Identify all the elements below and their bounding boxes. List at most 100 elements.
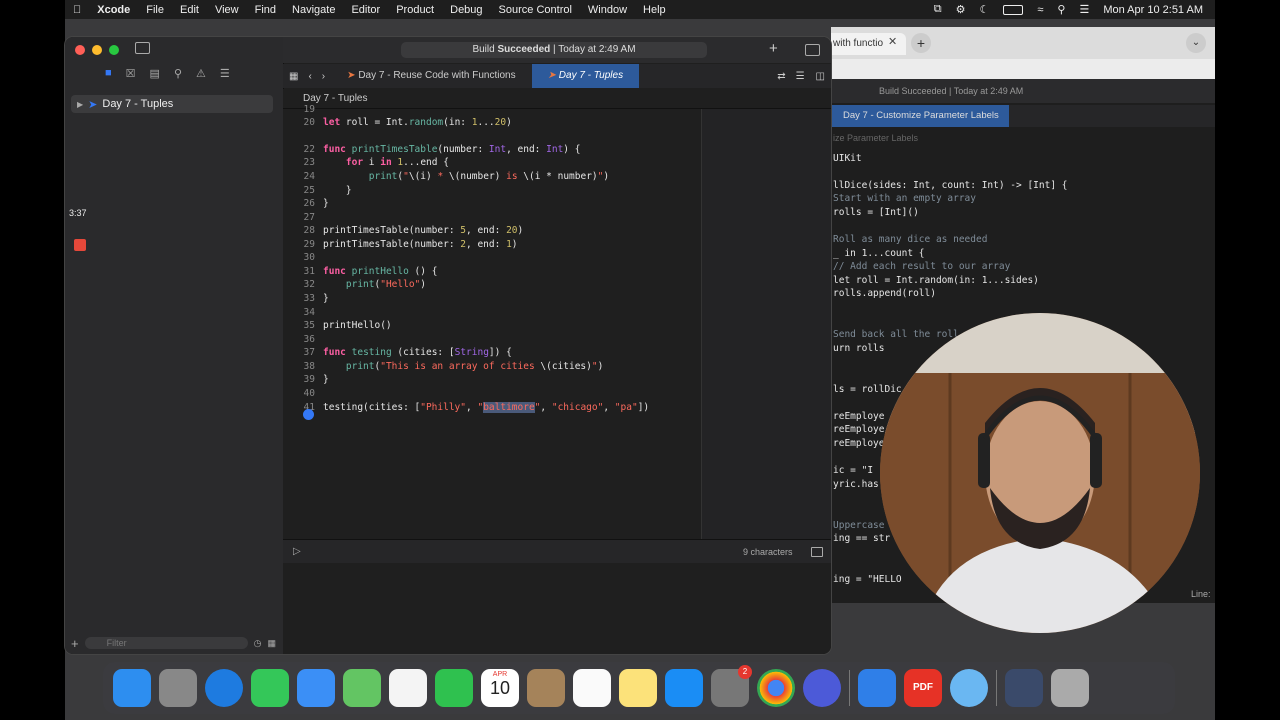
split-editor-icon[interactable]: ◫ (810, 71, 831, 82)
add-icon[interactable]: + (769, 40, 778, 57)
wifi-icon[interactable]: ≈ (1037, 4, 1043, 16)
code-line: 31 func printHello () { (283, 265, 438, 278)
line-number: 38 (303, 361, 315, 372)
minimize-window-button[interactable] (92, 45, 102, 55)
scm-filter-icon[interactable]: ▦ (267, 638, 276, 649)
battery-icon[interactable] (1003, 4, 1024, 15)
code-line: 33} (283, 292, 329, 305)
reminders-icon[interactable] (573, 669, 611, 707)
control-center-icon[interactable]: ☰ (1079, 3, 1089, 16)
add-icon[interactable]: + (71, 636, 79, 651)
panel-toggle-icon[interactable] (811, 547, 823, 557)
xcode-window[interactable]: ■ ☒ ▤ ⚲ ⚠ ☰ ▶ ➤ Day 7 - Tuples + Filter … (65, 37, 831, 654)
list-icon[interactable]: ☰ (220, 67, 230, 80)
refresh-icon[interactable]: ⇄ (772, 71, 790, 82)
menu-file[interactable]: File (138, 4, 172, 16)
editor-options-icon[interactable]: ☰ (791, 71, 810, 82)
line-number: 22 (303, 144, 315, 155)
code-editor[interactable]: 19 20 let roll = Int.random(in: 1...20) 2… (283, 104, 701, 539)
play-icon[interactable]: ▷ (293, 540, 301, 564)
line-number: 27 (303, 212, 315, 223)
jump-bar[interactable]: Day 7 - Tuples (283, 89, 831, 109)
tab-reuse-code[interactable]: ➤ Day 7 - Reuse Code with Functions (331, 64, 531, 88)
navigator-item-label: Day 7 - Tuples (102, 98, 174, 110)
chrome-icon[interactable] (757, 669, 795, 707)
safari-icon[interactable] (205, 669, 243, 707)
code-line: 25 } (283, 184, 352, 197)
code-line: 36 (283, 333, 323, 346)
menu-view[interactable]: View (207, 4, 247, 16)
warning-icon[interactable]: ⚠ (196, 67, 206, 80)
system-settings-icon[interactable]: 2 (711, 665, 752, 707)
tab-tuples[interactable]: ➤ Day 7 - Tuples (531, 64, 640, 88)
perplexity-icon[interactable] (803, 669, 841, 707)
close-window-button[interactable] (75, 45, 85, 55)
code-line: 34 (283, 306, 323, 319)
menu-debug[interactable]: Debug (442, 4, 490, 16)
trash-icon[interactable] (1051, 669, 1089, 707)
pdf-app-icon[interactable]: PDF (904, 669, 942, 707)
chevron-down-icon[interactable]: ⌄ (1186, 33, 1206, 53)
sidebar-toggle-icon[interactable] (135, 42, 150, 54)
run-marker-icon[interactable] (303, 409, 314, 420)
minimap[interactable] (701, 109, 831, 539)
menu-edit[interactable]: Edit (172, 4, 207, 16)
moon-icon[interactable]: ☾ (979, 3, 989, 16)
screen-mirror-icon[interactable]: ⧉ (934, 3, 942, 16)
hierarchy-icon[interactable]: ▤ (150, 67, 160, 80)
recent-icon[interactable]: ◷ (254, 638, 262, 649)
messages-icon[interactable] (251, 669, 289, 707)
back-icon[interactable]: ‹ (304, 71, 315, 82)
right-letterbox (1215, 0, 1280, 720)
code-line: 30 (283, 251, 323, 264)
line-number: 32 (303, 279, 315, 290)
grid-icon[interactable]: ▦ (283, 71, 304, 82)
filter-input[interactable]: Filter (84, 637, 248, 649)
calendar-icon[interactable]: APR 10 (481, 669, 519, 707)
xcode-icon[interactable] (858, 669, 896, 707)
menu-help[interactable]: Help (635, 4, 674, 16)
left-letterbox (0, 0, 65, 720)
mail-icon[interactable] (297, 669, 335, 707)
tab-label: Day 7 - Reuse Code with Functions (358, 70, 516, 81)
finder-icon[interactable] (113, 669, 151, 707)
navigator-item-project[interactable]: ▶ ➤ Day 7 - Tuples (71, 95, 273, 113)
app-store-icon[interactable] (665, 669, 703, 707)
source-control-icon[interactable]: ☒ (126, 67, 136, 80)
close-icon[interactable]: ✕ (888, 35, 897, 48)
contacts-icon[interactable] (527, 669, 565, 707)
inspector-toggle-icon[interactable] (805, 44, 820, 56)
apple-icon[interactable]:  (65, 4, 89, 16)
notes-icon[interactable] (619, 669, 657, 707)
menu-bar:  Xcode File Edit View Find Navigate Edi… (65, 0, 1215, 19)
maps-icon[interactable] (343, 669, 381, 707)
menu-navigate[interactable]: Navigate (284, 4, 343, 16)
new-tab-button[interactable]: + (911, 33, 931, 53)
facetime-icon[interactable] (435, 669, 473, 707)
zoom-window-button[interactable] (109, 45, 119, 55)
menu-editor[interactable]: Editor (343, 4, 388, 16)
search-icon[interactable]: ⚲ (174, 67, 182, 80)
launchpad-icon[interactable] (159, 669, 197, 707)
search-icon[interactable]: ⚲ (1057, 3, 1065, 16)
menu-product[interactable]: Product (388, 4, 442, 16)
forward-icon[interactable]: › (316, 71, 331, 82)
console-area[interactable] (283, 563, 831, 654)
quicktime-icon[interactable] (950, 669, 988, 707)
disclosure-icon[interactable]: ▶ (77, 100, 83, 109)
window-thumbnail-icon[interactable] (1005, 669, 1043, 707)
photos-icon[interactable] (389, 669, 427, 707)
menu-find[interactable]: Find (247, 4, 284, 16)
webcam-overlay (880, 313, 1200, 633)
menu-source-control[interactable]: Source Control (491, 4, 580, 16)
bg-code-line: Uppercase (833, 520, 885, 531)
background-active-tab[interactable]: Day 7 - Customize Parameter Labels (831, 105, 1009, 127)
stop-recording-button[interactable] (74, 239, 86, 251)
menu-window[interactable]: Window (580, 4, 635, 16)
gear-icon[interactable]: ⚙ (956, 3, 966, 16)
background-jump-bar[interactable]: ize Parameter Labels (831, 127, 1215, 149)
folder-icon[interactable]: ■ (105, 67, 112, 80)
menu-clock[interactable]: Mon Apr 10 2:51 AM (1103, 4, 1203, 16)
menu-app-name[interactable]: Xcode (89, 4, 138, 16)
build-status-prefix: Build (472, 44, 498, 55)
